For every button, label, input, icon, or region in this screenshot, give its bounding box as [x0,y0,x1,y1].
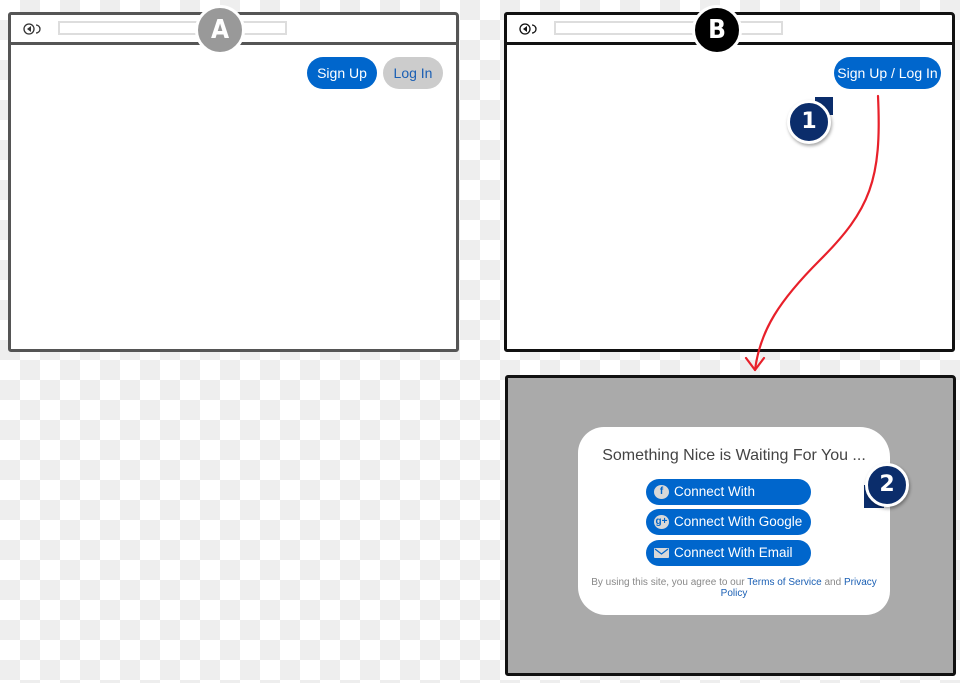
button-label: Connect With Google [674,514,803,529]
address-bar[interactable] [554,21,783,35]
connect-facebook-button[interactable]: f Connect With Facebook [646,479,811,525]
terms-of-service-link[interactable]: Terms of Service [747,577,821,588]
google-plus-icon: g+ [654,515,669,529]
sign-up-log-in-button[interactable]: Sign Up / Log In [834,57,941,89]
sign-up-button[interactable]: Sign Up [307,57,377,89]
legal-and: and [824,577,842,588]
panel-label-b: B [692,5,742,55]
connect-google-button[interactable]: g+ Connect With Google [646,509,811,535]
connect-email-button[interactable]: Connect With Email [646,540,811,566]
panel-label-a: A [195,5,245,55]
address-bar[interactable] [58,21,287,35]
step-1-marker: 1 [787,100,831,144]
legal-prefix: By using this site, you agree to our [591,577,745,588]
facebook-icon: f [654,485,669,499]
back-forward-icon [519,23,537,35]
mail-icon [654,548,669,558]
modal-title: Something Nice is Waiting For You ... [602,447,866,464]
step-2-marker: 2 [865,463,909,507]
back-forward-icon [23,23,41,35]
log-in-button[interactable]: Log In [383,57,443,89]
signup-modal: Something Nice is Waiting For You ... f … [578,427,890,615]
button-label: Connect With Email [674,545,793,560]
flow-arrow-head [744,356,766,372]
legal-notice: By using this site, you agree to our Ter… [578,577,890,599]
